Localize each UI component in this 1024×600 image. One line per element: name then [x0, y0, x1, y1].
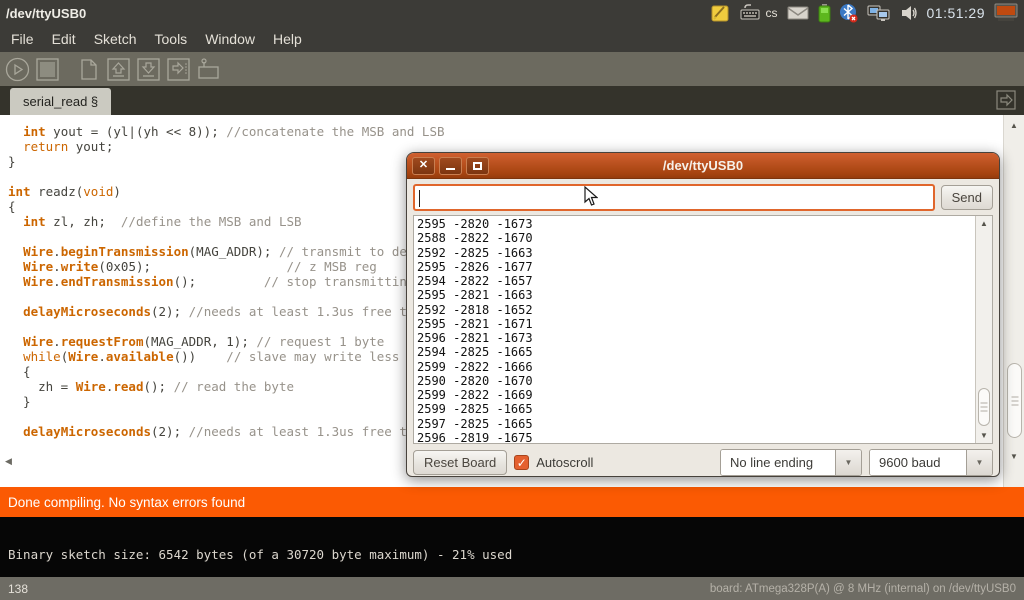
board-info: board: ATmega328P(A) @ 8 MHz (internal) …	[710, 583, 1016, 595]
mouse-cursor	[584, 186, 598, 212]
toolbar	[0, 52, 1024, 86]
new-sketch-button[interactable]	[76, 57, 101, 82]
keyboard-icon[interactable]	[739, 4, 761, 22]
menu-sketch[interactable]: Sketch	[85, 26, 146, 52]
text-caret	[419, 190, 420, 207]
scroll-down-icon[interactable]: ▼	[1010, 452, 1018, 461]
scroll-up-icon[interactable]: ▲	[980, 219, 988, 228]
serial-line: 2592 -2818 -1652	[417, 303, 992, 317]
screen: /dev/ttyUSB0 cs 01:51:29 File Edit Sketc…	[0, 0, 1024, 600]
serial-monitor-body: Send 2595 -2820 -16732588 -2822 -1670259…	[407, 179, 999, 480]
autoscroll-checkbox[interactable]: ✓	[514, 455, 529, 470]
system-tray: cs 01:51:29	[710, 3, 1019, 23]
serial-controls: Reset Board ✓ Autoscroll No line ending …	[413, 449, 993, 476]
keyboard-layout-indicator[interactable]: cs	[766, 6, 778, 20]
serial-line: 2594 -2825 -1665	[417, 345, 992, 359]
note-icon[interactable]	[710, 3, 730, 23]
desktop-panel: /dev/ttyUSB0 cs 01:51:29	[0, 0, 1024, 26]
scroll-down-icon[interactable]: ▼	[980, 431, 988, 440]
serial-line: 2595 -2821 -1671	[417, 317, 992, 331]
battery-icon[interactable]	[818, 3, 831, 23]
serial-line: 2599 -2822 -1666	[417, 360, 992, 374]
console-output: Binary sketch size: 6542 bytes (of a 307…	[0, 517, 1024, 577]
serial-input[interactable]	[413, 184, 935, 211]
serial-line: 2599 -2822 -1669	[417, 388, 992, 402]
tab-menu-icon[interactable]	[996, 90, 1016, 115]
console-text: Binary sketch size: 6542 bytes (of a 307…	[8, 547, 512, 562]
serial-line: 2595 -2820 -1673	[417, 217, 992, 231]
serial-line: 2588 -2822 -1670	[417, 231, 992, 245]
serial-monitor-button[interactable]	[196, 57, 221, 82]
stop-button[interactable]	[35, 57, 60, 82]
serial-line: 2596 -2821 -1673	[417, 331, 992, 345]
menu-edit[interactable]: Edit	[43, 26, 85, 52]
serial-scrollbar[interactable]: ▲ ▼	[975, 216, 992, 443]
compile-status-bar: Done compiling. No syntax errors found	[0, 487, 1024, 517]
menubar: File Edit Sketch Tools Window Help	[0, 26, 1024, 52]
chevron-down-icon[interactable]: ▼	[835, 450, 861, 475]
line-ending-value: No line ending	[721, 450, 835, 475]
volume-icon[interactable]	[900, 4, 918, 22]
tab-bar: serial_read §	[0, 86, 1024, 115]
close-button[interactable]: ✕	[412, 157, 435, 175]
baud-rate-value: 9600 baud	[870, 450, 966, 475]
serial-line: 2595 -2826 -1677	[417, 260, 992, 274]
serial-line: 2594 -2822 -1657	[417, 274, 992, 288]
verify-button[interactable]	[5, 57, 30, 82]
serial-line: 2596 -2819 -1675	[417, 431, 992, 444]
check-icon: ✓	[517, 457, 527, 469]
open-button[interactable]	[106, 57, 131, 82]
line-number: 138	[8, 582, 28, 596]
minimize-button[interactable]	[439, 157, 462, 175]
network-icon[interactable]	[867, 4, 891, 23]
thumb-grip	[981, 403, 988, 412]
serial-output-area[interactable]: 2595 -2820 -16732588 -2822 -16702592 -28…	[413, 215, 993, 444]
serial-line: 2597 -2825 -1665	[417, 417, 992, 431]
serial-lines: 2595 -2820 -16732588 -2822 -16702592 -28…	[414, 216, 992, 444]
serial-line: 2595 -2821 -1663	[417, 288, 992, 302]
menu-window[interactable]: Window	[196, 26, 264, 52]
scroll-up-icon[interactable]: ▲	[1010, 121, 1018, 130]
editor-scrollbar[interactable]: ▲ ▼	[1003, 115, 1024, 487]
chevron-down-icon[interactable]: ▼	[966, 450, 992, 475]
window-title: /dev/ttyUSB0	[6, 6, 86, 21]
editor-scrollbar-thumb[interactable]	[1007, 363, 1022, 438]
serial-line: 2592 -2825 -1663	[417, 246, 992, 260]
serial-monitor-window: /dev/ttyUSB0 ✕ Send 2595 -2820 -16732588…	[406, 152, 1000, 477]
minimize-icon	[446, 168, 455, 170]
clock[interactable]: 01:51:29	[927, 5, 986, 21]
menu-file[interactable]: File	[2, 26, 43, 52]
reset-board-button[interactable]: Reset Board	[413, 450, 507, 475]
serial-line: 2599 -2825 -1665	[417, 402, 992, 416]
serial-monitor-titlebar[interactable]: /dev/ttyUSB0 ✕	[407, 153, 999, 179]
close-icon: ✕	[419, 160, 428, 171]
maximize-icon	[473, 162, 482, 170]
mail-icon[interactable]	[787, 5, 809, 21]
serial-line: 2590 -2820 -1670	[417, 374, 992, 388]
line-ending-select[interactable]: No line ending ▼	[720, 449, 862, 476]
menu-tools[interactable]: Tools	[146, 26, 197, 52]
compile-status-text: Done compiling. No syntax errors found	[8, 495, 245, 510]
send-button[interactable]: Send	[941, 185, 993, 210]
serial-scrollbar-thumb[interactable]	[978, 388, 990, 426]
status-bar: 138 board: ATmega328P(A) @ 8 MHz (intern…	[0, 577, 1024, 600]
code-line: int yout = (yl|(yh << 8)); //concatenate…	[8, 124, 1024, 139]
baud-rate-select[interactable]: 9600 baud ▼	[869, 449, 993, 476]
autoscroll-label: Autoscroll	[536, 455, 593, 470]
save-button[interactable]	[136, 57, 161, 82]
serial-input-row: Send	[413, 184, 993, 211]
serial-monitor-title: /dev/ttyUSB0	[407, 158, 999, 173]
display-icon[interactable]	[994, 3, 1018, 23]
maximize-button[interactable]	[466, 157, 489, 175]
bluetooth-icon[interactable]	[840, 3, 858, 23]
upload-button[interactable]	[166, 57, 191, 82]
tab-serial-read[interactable]: serial_read §	[10, 88, 111, 115]
hscroll-left-arrow-icon[interactable]: ◀	[5, 456, 12, 467]
thumb-grip	[1011, 396, 1018, 405]
menu-help[interactable]: Help	[264, 26, 311, 52]
